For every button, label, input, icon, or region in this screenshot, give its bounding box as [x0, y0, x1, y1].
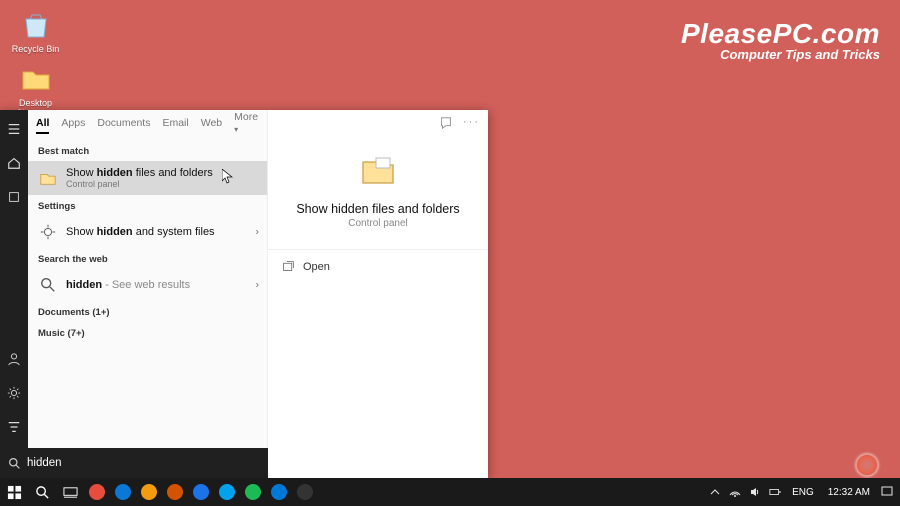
tray-chevron-up-icon[interactable] — [708, 486, 722, 498]
action-label: Open — [303, 261, 330, 273]
rail-menu-button[interactable] — [0, 116, 28, 142]
search-box[interactable] — [0, 448, 268, 478]
section-search-web: Search the web — [28, 248, 267, 269]
tab-documents[interactable]: Documents — [97, 117, 150, 134]
mouse-cursor-icon — [222, 169, 233, 184]
settings-icon — [38, 222, 58, 242]
preview-subtitle: Control panel — [284, 218, 472, 229]
section-settings: Settings — [28, 195, 267, 216]
result-best-match[interactable]: Show hidden files and folders Control pa… — [28, 161, 267, 195]
tray-language[interactable]: ENG — [788, 487, 818, 498]
tray-battery-icon[interactable] — [768, 486, 782, 498]
folder-icon — [19, 62, 53, 96]
taskbar-app-0[interactable] — [84, 478, 110, 506]
start-button[interactable] — [0, 478, 28, 506]
search-icon — [38, 275, 58, 295]
rail-filter-button[interactable] — [0, 414, 28, 440]
taskbar-app-6[interactable] — [240, 478, 266, 506]
taskbar-app-1[interactable] — [110, 478, 136, 506]
tab-email[interactable]: Email — [162, 117, 188, 134]
taskbar: ENG 12:32 AM — [0, 478, 900, 506]
start-search-panel: All Apps Documents Email Web More Best m… — [0, 110, 488, 478]
tab-more[interactable]: More — [234, 111, 259, 140]
tab-all[interactable]: All — [36, 117, 49, 134]
taskbar-app-4[interactable] — [188, 478, 214, 506]
tray-notifications-icon[interactable] — [880, 486, 894, 498]
result-title: Show hidden and system files — [66, 226, 215, 238]
task-view-button[interactable] — [56, 478, 84, 506]
chevron-right-icon: › — [256, 280, 259, 291]
section-music[interactable]: Music (7+) — [28, 322, 267, 343]
more-options-icon[interactable]: ··· — [463, 116, 480, 133]
search-preview-column: ··· Show hidden files and folders Contro… — [268, 110, 488, 478]
chevron-right-icon: › — [256, 227, 259, 238]
preview-title: Show hidden files and folders — [284, 202, 472, 216]
result-web-item[interactable]: hidden - See web results › — [28, 269, 267, 301]
tray-volume-icon[interactable] — [748, 486, 762, 498]
desktop-icon-recycle-bin[interactable]: Recycle Bin — [8, 8, 63, 54]
search-tabs: All Apps Documents Email Web More — [28, 110, 267, 140]
folder-options-icon — [38, 168, 58, 188]
rail-account-button[interactable] — [0, 346, 28, 372]
section-documents[interactable]: Documents (1+) — [28, 301, 267, 322]
search-input[interactable] — [27, 457, 260, 469]
result-title: Show hidden files and folders — [66, 167, 213, 179]
taskbar-app-2[interactable] — [136, 478, 162, 506]
taskbar-app-5[interactable] — [214, 478, 240, 506]
preview-action-open[interactable]: Open — [268, 250, 488, 283]
tray-network-icon[interactable] — [728, 486, 742, 498]
result-title: hidden - See web results — [66, 279, 190, 291]
tray-clock[interactable]: 12:32 AM — [824, 487, 874, 498]
search-rail — [0, 110, 28, 478]
watermark-title: PleasePC.com — [681, 18, 880, 50]
search-results-column: All Apps Documents Email Web More Best m… — [28, 110, 268, 478]
result-subtitle: Control panel — [66, 179, 213, 189]
section-best-match: Best match — [28, 140, 267, 161]
open-icon — [282, 260, 295, 273]
desktop-icon-label: Recycle Bin — [8, 44, 63, 54]
rail-settings-button[interactable] — [0, 380, 28, 406]
brand-watermark: PleasePC.com Computer Tips and Tricks — [681, 18, 880, 62]
recycle-bin-icon — [19, 8, 53, 42]
taskbar-app-7[interactable] — [266, 478, 292, 506]
taskbar-search-button[interactable] — [28, 478, 56, 506]
search-icon — [8, 457, 21, 470]
taskbar-app-8[interactable] — [292, 478, 318, 506]
tab-web[interactable]: Web — [201, 117, 222, 134]
taskbar-app-3[interactable] — [162, 478, 188, 506]
rail-recent-button[interactable] — [0, 184, 28, 210]
cortana-highlight-icon — [856, 454, 878, 476]
rail-home-button[interactable] — [0, 150, 28, 176]
result-settings-item[interactable]: Show hidden and system files › — [28, 216, 267, 248]
folder-options-icon — [358, 150, 398, 190]
tab-apps[interactable]: Apps — [61, 117, 85, 134]
feedback-icon[interactable] — [439, 116, 453, 133]
